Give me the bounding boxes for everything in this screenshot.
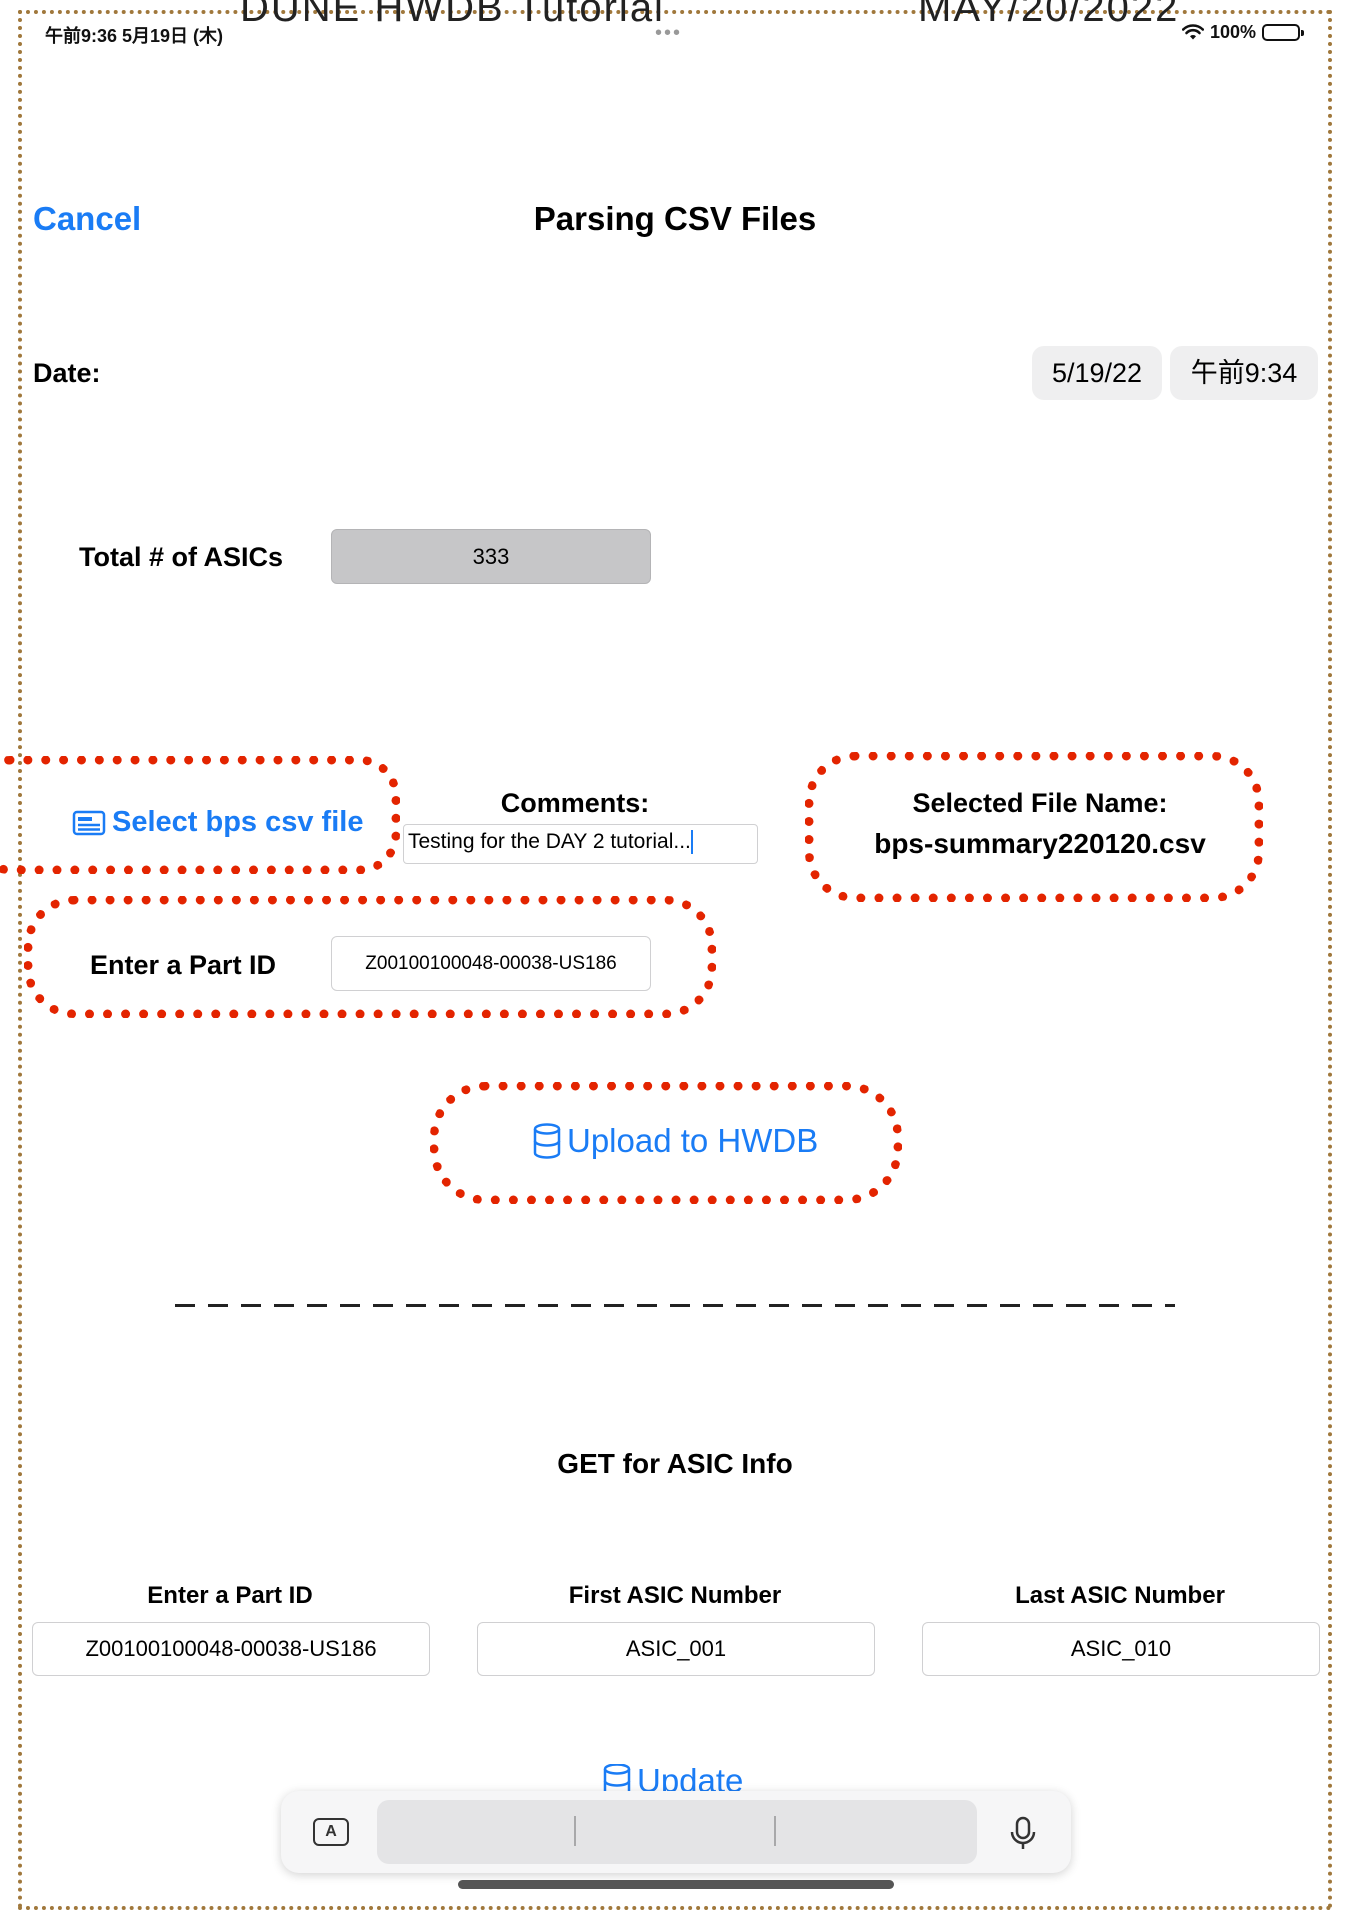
text-cursor xyxy=(690,830,693,855)
keyboard-a-icon[interactable]: A xyxy=(313,1818,349,1846)
comments-value: Testing for the DAY 2 tutorial... xyxy=(408,830,691,853)
comments-label: Comments: xyxy=(500,788,650,818)
date-label: Date: xyxy=(33,358,101,388)
status-time-date: 午前9:36 5月19日 (木) xyxy=(45,26,224,46)
multitasking-dots-icon[interactable]: ••• xyxy=(655,22,682,45)
first-asic-label: First ASIC Number xyxy=(568,1582,782,1609)
wifi-icon xyxy=(1182,24,1204,40)
battery-percent: 100% xyxy=(1210,22,1257,42)
time-picker[interactable]: 午前9:34 xyxy=(1170,346,1318,400)
get-part-id-label: Enter a Part ID xyxy=(147,1582,313,1609)
first-asic-input[interactable]: ASIC_001 xyxy=(477,1622,875,1676)
suggestion-separator xyxy=(774,1816,776,1846)
date-picker[interactable]: 5/19/22 xyxy=(1032,346,1162,400)
asic-count-label: Total # of ASICs xyxy=(79,542,284,572)
predictive-text-bar[interactable] xyxy=(377,1800,977,1864)
home-indicator[interactable] xyxy=(458,1880,894,1889)
comments-input[interactable]: Testing for the DAY 2 tutorial... xyxy=(403,824,758,864)
get-part-id-input[interactable]: Z00100100048-00038-US186 xyxy=(32,1622,430,1676)
slide-date-behind: MAY/20/2022 xyxy=(918,0,1180,30)
highlight-selected-file xyxy=(805,752,1263,902)
last-asic-label: Last ASIC Number xyxy=(1015,1582,1225,1609)
microphone-icon[interactable] xyxy=(1008,1816,1038,1852)
suggestion-separator xyxy=(574,1816,576,1846)
last-asic-input[interactable]: ASIC_010 xyxy=(922,1622,1320,1676)
page-title: Parsing CSV Files xyxy=(533,200,817,237)
highlight-select-csv xyxy=(0,756,400,874)
battery-icon xyxy=(1262,24,1305,41)
highlight-part-id xyxy=(24,896,716,1018)
asic-count-field: 333 xyxy=(331,529,651,584)
dashed-divider xyxy=(175,1304,1175,1307)
highlight-upload xyxy=(430,1082,902,1204)
status-indicators: 100% xyxy=(1182,22,1305,43)
get-section-title: GET for ASIC Info xyxy=(557,1448,793,1479)
slide-title-behind: DUNE HWDB Tutorial xyxy=(240,0,665,30)
